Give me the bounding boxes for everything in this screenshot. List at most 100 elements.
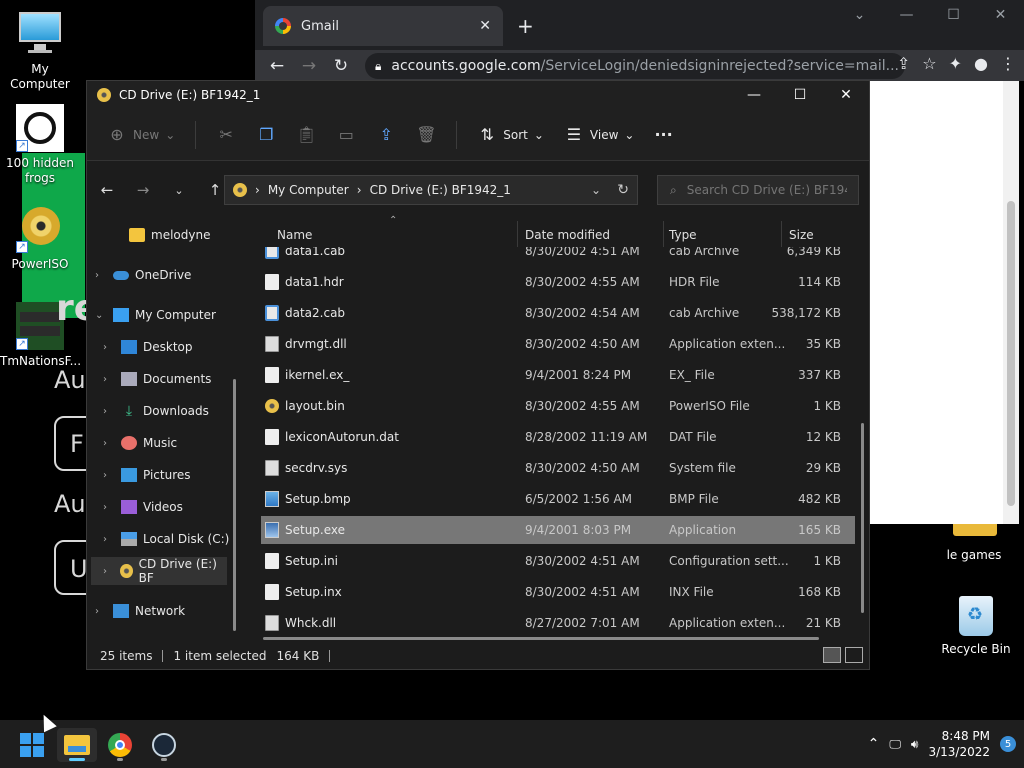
up-arrow-icon[interactable]: ↑ [205, 181, 225, 199]
nav-item-onedrive[interactable]: › OneDrive [95, 261, 233, 289]
minimize-icon[interactable]: — [883, 0, 930, 30]
nav-item-documents[interactable]: › Documents [103, 365, 241, 393]
chevron-up-icon[interactable]: ⌃ [868, 736, 880, 752]
sort-button[interactable]: ⇅ Sort ⌄ [477, 125, 544, 144]
view-button[interactable]: ☰ View ⌄ [564, 125, 635, 144]
network-icon[interactable]: 🖵︎ [889, 737, 901, 752]
minimize-icon[interactable]: — [731, 81, 777, 109]
tab-search-icon[interactable]: ⌄ [836, 0, 883, 30]
desktop-icon-my-computer[interactable]: My Computer [0, 10, 80, 92]
chevron-right-icon[interactable]: › [103, 566, 114, 577]
column-header-size[interactable]: Size [789, 221, 814, 249]
new-tab-icon[interactable]: + [517, 14, 534, 38]
nav-item-melodyne[interactable]: melodyne [111, 221, 249, 249]
file-list-horizontal-scrollbar[interactable] [263, 637, 819, 640]
chevron-right-icon[interactable]: › [95, 270, 107, 281]
breadcrumb-item-cd-drive[interactable]: CD Drive (E:) BF1942_1 [370, 183, 511, 197]
table-row[interactable]: lexiconAutorun.dat 8/28/2002 11:19 AM DA… [261, 423, 855, 451]
taskbar-steam[interactable] [144, 728, 184, 762]
close-icon[interactable]: ✕ [823, 81, 869, 109]
desktop-icon-poweriso[interactable]: ↗ PowerISO [0, 205, 80, 272]
column-header-date[interactable]: Date modified [525, 221, 610, 249]
more-options-button[interactable]: ··· [654, 125, 672, 144]
close-icon[interactable]: ✕ [977, 0, 1024, 30]
column-divider[interactable] [781, 221, 782, 247]
address-bar[interactable]: 🔒︎ accounts.google.com/ServiceLogin/deni… [365, 53, 905, 79]
column-header-name[interactable]: Name [277, 221, 312, 249]
chevron-right-icon[interactable]: › [103, 438, 115, 449]
refresh-icon[interactable]: ↻ [617, 182, 629, 198]
table-row[interactable]: layout.bin 8/30/2002 4:55 AM PowerISO Fi… [261, 392, 855, 420]
nav-item-desktop[interactable]: › Desktop [103, 333, 241, 361]
desktop-icon-100-hidden-frogs[interactable]: ↗ 100 hidden frogs [0, 104, 80, 186]
table-row[interactable]: drvmgt.dll 8/30/2002 4:50 AM Application… [261, 330, 855, 358]
chevron-right-icon[interactable]: › [103, 406, 115, 417]
chrome-scrollbar[interactable] [1003, 81, 1019, 524]
rename-button[interactable]: ▭ [336, 125, 356, 144]
nav-item-cd-drive[interactable]: › CD Drive (E:) BF [91, 557, 227, 585]
address-dropdown-icon[interactable]: ⌄ [591, 183, 601, 197]
maximize-icon[interactable]: ☐ [930, 0, 977, 30]
table-row[interactable]: Setup.inx 8/30/2002 4:51 AM INX File 168… [261, 578, 855, 606]
back-arrow-icon[interactable]: ← [97, 181, 117, 199]
reload-icon[interactable]: ↻ [325, 56, 357, 76]
notification-badge[interactable]: 5 [1000, 736, 1016, 752]
chevron-right-icon[interactable]: › [103, 374, 115, 385]
nav-item-music[interactable]: › Music [103, 429, 241, 457]
chevron-right-icon[interactable]: › [103, 342, 115, 353]
nav-item-network[interactable]: › Network [95, 597, 233, 625]
table-row[interactable]: data2.cab 8/30/2002 4:54 AM cab Archive … [261, 299, 855, 327]
bookmark-star-icon[interactable]: ☆ [922, 54, 936, 73]
chrome-tab-gmail[interactable]: Gmail ✕ [263, 6, 503, 46]
table-row[interactable]: data1.cab 8/30/2002 4:51 AM cab Archive … [261, 247, 855, 265]
maximize-icon[interactable]: ☐ [777, 81, 823, 109]
paste-button[interactable]: 📋︎ [296, 125, 316, 144]
share-icon[interactable]: ⇪ [897, 54, 910, 73]
chevron-down-icon[interactable]: ⌄ [95, 310, 107, 321]
close-tab-icon[interactable]: ✕ [479, 18, 491, 34]
chevron-right-icon[interactable]: › [103, 502, 115, 513]
table-row[interactable]: data1.hdr 8/30/2002 4:55 AM HDR File 114… [261, 268, 855, 296]
taskbar-file-explorer[interactable] [57, 728, 97, 762]
nav-item-videos[interactable]: › Videos [103, 493, 241, 521]
nav-pane-scrollbar[interactable] [233, 379, 236, 631]
search-input[interactable] [686, 183, 847, 197]
nav-item-downloads[interactable]: › ⤓ Downloads [103, 397, 241, 425]
profile-avatar-icon[interactable]: ● [974, 54, 988, 73]
copy-button[interactable]: ❐ [256, 125, 276, 144]
taskbar-chrome[interactable] [100, 728, 140, 762]
chevron-right-icon[interactable]: › [95, 606, 107, 617]
forward-arrow-icon[interactable]: → [133, 181, 153, 199]
nav-item-pictures[interactable]: › Pictures [103, 461, 241, 489]
file-list-vertical-scrollbar[interactable] [861, 423, 864, 613]
breadcrumb-item-my-computer[interactable]: My Computer [268, 183, 349, 197]
large-icons-view-icon[interactable] [845, 647, 863, 663]
extensions-puzzle-icon[interactable]: ✦ [949, 54, 962, 73]
share-button[interactable]: ⇪ [376, 125, 396, 144]
delete-button[interactable]: 🗑︎ [416, 125, 436, 144]
chevron-right-icon[interactable]: › [103, 470, 115, 481]
recent-locations-chevron-icon[interactable]: ⌄ [169, 184, 189, 197]
start-button[interactable] [12, 728, 52, 762]
volume-icon[interactable]: 🔊︎ [911, 737, 919, 752]
cut-button[interactable]: ✂ [216, 125, 236, 144]
search-box[interactable]: ⌕ [657, 175, 859, 205]
nav-item-my-computer[interactable]: ⌄ My Computer [95, 301, 233, 329]
back-arrow-icon[interactable]: ← [261, 56, 293, 76]
table-row-selected[interactable]: Setup.exe 9/4/2001 8:03 PM Application 1… [261, 516, 855, 544]
table-row[interactable]: Whck.dll 8/27/2002 7:01 AM Application e… [261, 609, 855, 637]
nav-item-local-disk[interactable]: › Local Disk (C:) [103, 525, 241, 553]
table-row[interactable]: ikernel.ex_ 9/4/2001 8:24 PM EX_ File 33… [261, 361, 855, 389]
forward-arrow-icon[interactable]: → [293, 56, 325, 76]
table-row[interactable]: Setup.bmp 6/5/2002 1:56 AM BMP File 482 … [261, 485, 855, 513]
details-view-icon[interactable] [823, 647, 841, 663]
new-button[interactable]: ⊕ New ⌄ [107, 125, 175, 144]
clock[interactable]: 8:48 PM 3/13/2022 [928, 728, 990, 760]
column-divider[interactable] [517, 221, 518, 247]
table-row[interactable]: Setup.ini 8/30/2002 4:51 AM Configuratio… [261, 547, 855, 575]
menu-kebab-icon[interactable]: ⋮ [1000, 54, 1016, 73]
column-divider[interactable] [663, 221, 664, 247]
chevron-right-icon[interactable]: › [103, 534, 115, 545]
table-row[interactable]: secdrv.sys 8/30/2002 4:50 AM System file… [261, 454, 855, 482]
desktop-icon-games-folder[interactable]: le games [934, 548, 1014, 563]
